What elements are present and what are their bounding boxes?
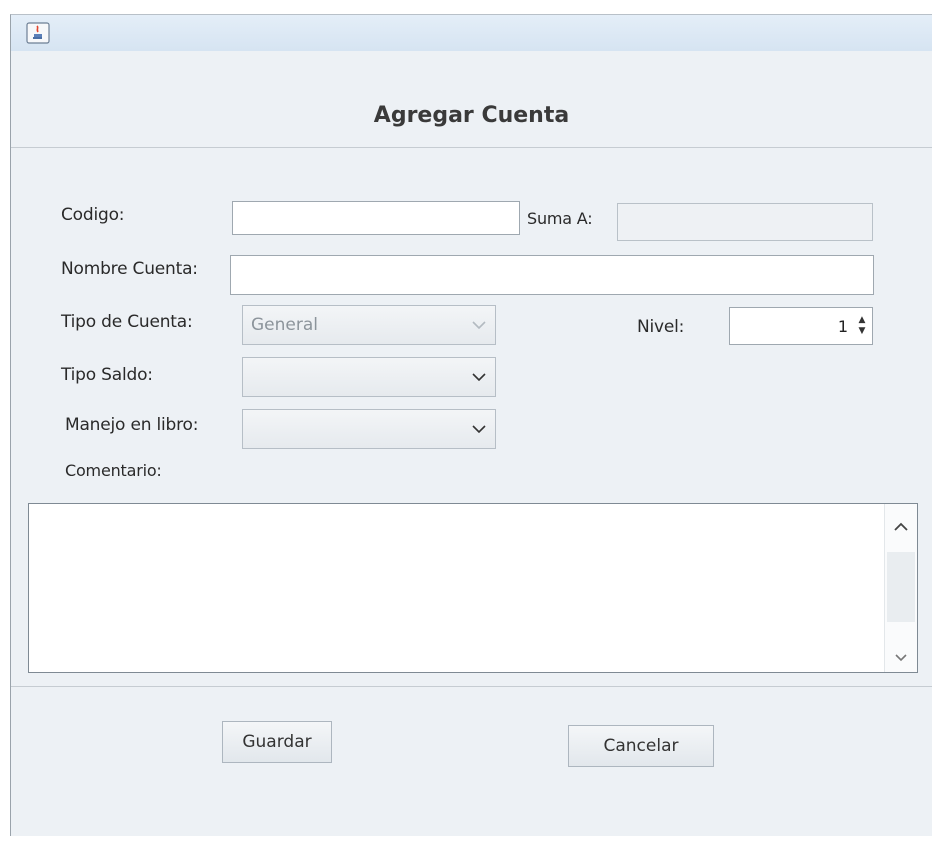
nivel-spinner[interactable]: 1 ▲ ▼: [729, 307, 873, 345]
java-cup-icon: [25, 21, 51, 45]
comentario-label: Comentario:: [65, 461, 162, 480]
cancel-button[interactable]: Cancelar: [568, 725, 714, 767]
codigo-input[interactable]: [232, 201, 520, 235]
chevron-down-icon: [463, 410, 495, 448]
dialog-window: Agregar Cuenta Codigo: Suma A: Nombre Cu…: [10, 14, 932, 836]
suma-a-input[interactable]: [617, 203, 873, 241]
scrollbar-thumb[interactable]: [887, 552, 915, 622]
chevron-down-icon: [463, 306, 495, 344]
chevron-down-icon[interactable]: [885, 644, 917, 672]
tipo-cuenta-select[interactable]: General: [242, 305, 496, 345]
chevron-down-icon: [463, 358, 495, 396]
header-divider: [11, 147, 932, 148]
save-button[interactable]: Guardar: [222, 721, 332, 763]
footer-divider: [11, 686, 932, 687]
title-bar[interactable]: [11, 15, 932, 51]
tipo-cuenta-value: General: [251, 315, 318, 335]
triangle-down-icon[interactable]: ▼: [859, 326, 866, 337]
triangle-up-icon[interactable]: ▲: [859, 315, 866, 326]
tipo-saldo-select[interactable]: [242, 357, 496, 397]
nivel-value: 1: [837, 316, 848, 336]
comentario-textarea[interactable]: [28, 503, 918, 673]
manejo-libro-label: Manejo en libro:: [65, 415, 199, 435]
nombre-cuenta-input[interactable]: [230, 255, 874, 295]
tipo-cuenta-label: Tipo de Cuenta:: [61, 312, 193, 332]
chevron-up-icon[interactable]: [885, 512, 917, 540]
nombre-cuenta-label: Nombre Cuenta:: [61, 259, 198, 279]
spinner-buttons[interactable]: ▲ ▼: [852, 315, 872, 337]
dialog-title: Agregar Cuenta: [373, 103, 570, 128]
tipo-saldo-label: Tipo Saldo:: [61, 365, 153, 385]
suma-a-label: Suma A:: [527, 209, 593, 228]
manejo-libro-select[interactable]: [242, 409, 496, 449]
codigo-label: Codigo:: [61, 205, 125, 225]
vertical-scrollbar[interactable]: [884, 504, 917, 672]
nivel-label: Nivel:: [637, 317, 685, 337]
